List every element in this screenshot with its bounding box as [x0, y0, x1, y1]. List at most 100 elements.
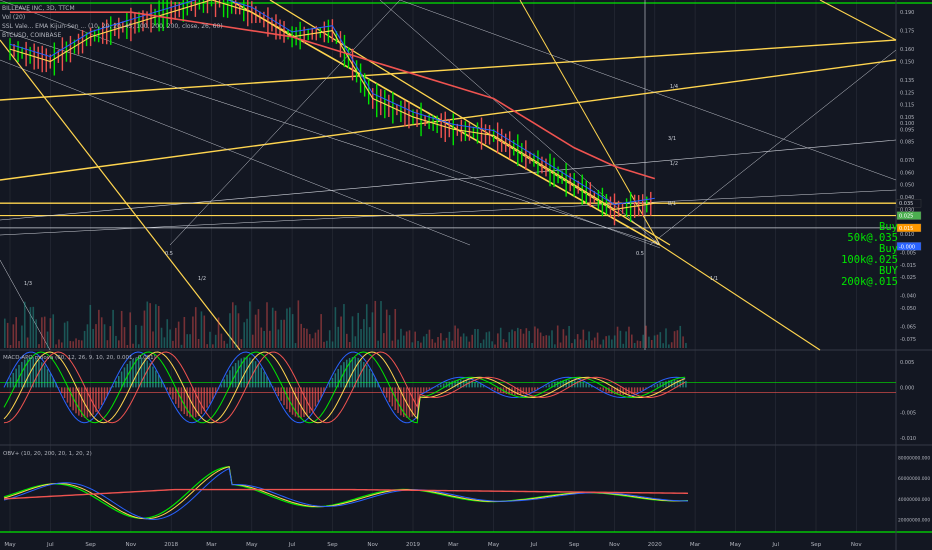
macd-histogram-bar [665, 381, 667, 388]
volume-bar [405, 331, 408, 348]
volume-bar [135, 325, 137, 348]
volume-bar [394, 309, 397, 348]
macd-histogram-bar [636, 387, 639, 393]
volume-bar [86, 324, 89, 348]
volume-bar [482, 339, 485, 348]
volume-bar [269, 330, 271, 348]
macd-histogram-bar [75, 387, 77, 414]
macd-histogram-bar [177, 387, 180, 408]
volume-bar [343, 304, 345, 348]
volume-bar [639, 341, 642, 348]
y-tick-label: 0.150 [900, 59, 914, 65]
macd-histogram-bar [588, 384, 590, 388]
macd-tick-label: 0.005 [900, 360, 914, 366]
legend-indicator-ssl[interactable]: SSL Vale... EMA Kijun-Sen ... (10, 20, 2… [2, 22, 223, 31]
y-tick-label: 0.010 [900, 232, 914, 238]
volume-bar [659, 332, 662, 348]
macd-histogram-bar [514, 387, 516, 395]
volume-bar [220, 333, 223, 348]
volume-bar [143, 310, 146, 348]
macd-histogram-bar [653, 385, 656, 388]
legend-indicator-vol[interactable]: Vol (20) [2, 13, 223, 22]
volume-bar [428, 329, 431, 348]
volume-bar [445, 337, 448, 348]
volume-bar [32, 306, 35, 348]
x-tick-label: Jul [771, 542, 779, 548]
x-tick-label: Nov [126, 542, 137, 548]
volume-bar [283, 319, 285, 348]
macd-histogram-bar [602, 387, 604, 391]
volume-bar [300, 323, 302, 348]
macd-histogram-bar [226, 374, 228, 388]
volume-bar [579, 339, 582, 348]
y-tick-label: 0.175 [900, 29, 914, 35]
volume-bar [6, 322, 9, 348]
macd-histogram-bar [103, 387, 106, 401]
volume-bar [246, 318, 248, 348]
volume-bar [440, 333, 442, 348]
macd-histogram-bar [277, 387, 280, 397]
legend-indicator-btc[interactable]: BTCUSD, COINBASE [2, 31, 223, 40]
volume-bar [391, 340, 394, 348]
macd-histogram-bar [633, 387, 636, 394]
price-tag: 0.025 [899, 214, 913, 220]
legend-title[interactable]: BILLEAVE INC, 3D, TTCM [2, 4, 223, 13]
volume-bar [460, 336, 462, 348]
volume-bar [363, 319, 365, 348]
volume-bar [414, 331, 416, 348]
y-tick-label: -0.005 [900, 251, 916, 257]
volume-bar [522, 333, 525, 348]
chart-root: May Jul Sep Nov 2018 Mar May Jul Sep Nov 2019 Mar Ma… [0, 0, 932, 550]
volume-bar [622, 343, 625, 348]
volume-bar [337, 326, 340, 348]
volume-bar [21, 325, 23, 348]
volume-bar [331, 341, 334, 348]
y-tick-label: 0.115 [900, 103, 914, 109]
y-tick-label: 0.190 [900, 10, 914, 16]
volume-bar [212, 344, 214, 348]
volume-bar [494, 344, 496, 348]
fib-label: 1/3 [24, 281, 32, 287]
y-tick-label: -0.075 [900, 337, 916, 343]
volume-bar [263, 330, 265, 348]
y-tick-label: 0.085 [900, 140, 914, 146]
volume-bar [320, 314, 322, 348]
macd-histogram-bar [274, 387, 277, 392]
fib-label: 3/1 [668, 136, 676, 142]
volume-bar [49, 318, 52, 348]
volume-bar [551, 330, 553, 348]
x-tick-label: Mar [448, 542, 459, 548]
chart-background [0, 0, 932, 550]
buy-line-1: Buy 50k@.035 [847, 221, 898, 244]
fib-label: 1/4 [670, 84, 678, 90]
macd-histogram-bar [172, 387, 174, 400]
macd-histogram-bar [263, 371, 265, 388]
volume-bar [9, 344, 12, 348]
macd-histogram-bar [494, 387, 496, 391]
volume-bar [58, 339, 60, 348]
buy-line-2: Buy 100k@.025 [841, 243, 898, 266]
macd-histogram-bar [579, 381, 582, 388]
volume-bar [511, 329, 513, 348]
volume-bar [411, 342, 414, 348]
volume-bar [271, 307, 274, 348]
volume-bar [491, 341, 493, 348]
macd-histogram-bar [311, 387, 314, 411]
macd-histogram-bar [599, 387, 602, 390]
volume-bar [43, 316, 46, 348]
macd-histogram-bar [12, 372, 15, 388]
x-tick-label: Jul [530, 542, 538, 548]
volume-bar [78, 339, 80, 348]
volume-bar [591, 340, 593, 348]
volume-bar [26, 337, 29, 348]
macd-histogram-bar [286, 387, 288, 409]
volume-bar [328, 330, 331, 348]
volume-bar [385, 309, 388, 348]
macd-histogram-bar [249, 357, 251, 388]
chart-canvas[interactable]: May Jul Sep Nov 2018 Mar May Jul Sep Nov 2019 Mar Ma… [0, 0, 932, 550]
volume-bar [400, 328, 402, 348]
volume-bar [132, 343, 134, 348]
volume-bar [548, 335, 550, 348]
volume-bar [465, 336, 468, 348]
volume-bar [403, 335, 405, 348]
